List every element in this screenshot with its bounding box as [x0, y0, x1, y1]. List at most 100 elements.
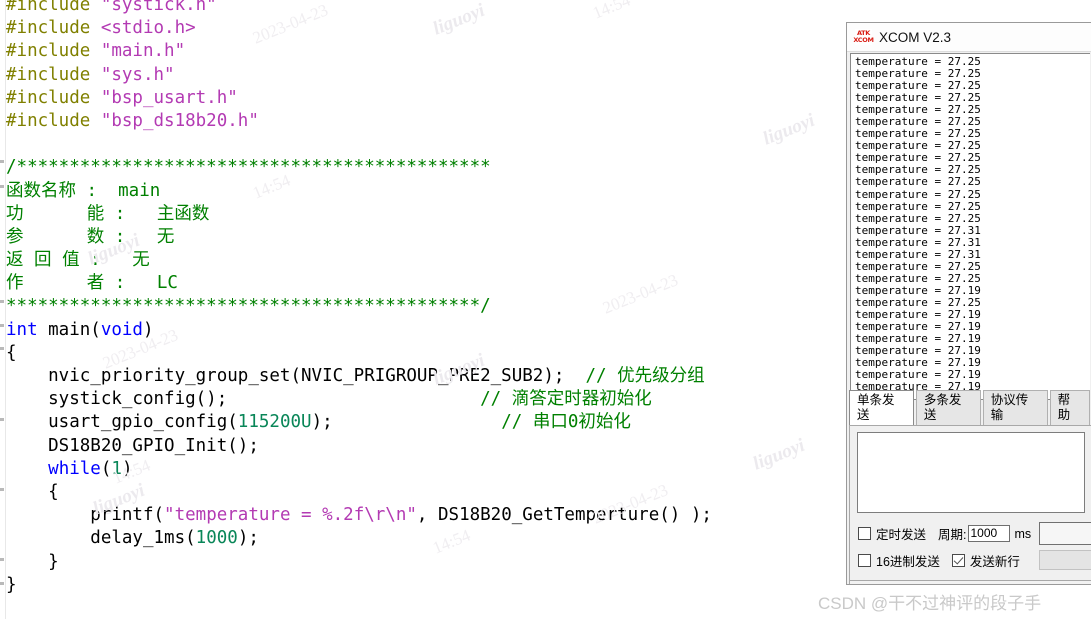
atk-logo-line2: XCOM — [853, 36, 874, 44]
code-token: #include — [6, 41, 101, 62]
code-token: "temperature = %.2f\r\n" — [164, 505, 417, 526]
background-watermark: liguoyi — [750, 434, 808, 475]
code-token: "bsp_usart.h" — [100, 87, 238, 108]
terminal-output-panel[interactable]: temperature = 27.25 temperature = 27.25 … — [850, 53, 1090, 400]
code-token: // 滴答定时器初始化 — [480, 389, 652, 410]
send-newline-label: 发送新行 — [969, 555, 1020, 569]
tab-active[interactable]: 单条发送 — [849, 390, 914, 426]
code-line: ****************************************… — [6, 295, 712, 318]
code-token: 115200U — [237, 412, 312, 433]
code-token: #include — [6, 87, 101, 108]
code-token: #include — [6, 64, 101, 85]
window-title: XCOM V2.3 — [879, 29, 952, 45]
code-line: printf("temperature = %.2f\r\n", DS18B20… — [6, 504, 712, 527]
code-token: // 串口0初始化 — [501, 412, 631, 433]
code-token: int — [6, 319, 38, 340]
code-token: /***************************************… — [6, 157, 491, 178]
send-options-row: 16进制发送 发送新行 — [858, 551, 1032, 570]
code-line: delay_1ms(1000); — [6, 527, 712, 550]
code-token: "sys.h" — [100, 64, 175, 85]
code-token: nvic_priority_group_set(NVIC_PRIGROUP_PR… — [6, 366, 586, 386]
code-token: DS18B20_GPIO_Init(); — [6, 435, 259, 456]
code-line: 参 数 : 无 — [6, 226, 712, 249]
code-token: printf( — [6, 505, 165, 526]
code-token: main( — [37, 319, 101, 340]
code-line: } — [6, 551, 712, 574]
period-input[interactable]: 1000 — [967, 525, 1010, 542]
code-token: // 优先级分组 — [585, 366, 705, 386]
xcom-tab-bar[interactable]: 单条发送 多条发送 协议传输 帮助 — [849, 390, 1091, 426]
timed-send-row: 定时发送 周期: 1000 ms — [858, 524, 1031, 543]
statusbar-divider-2 — [1019, 585, 1020, 586]
code-token: 返 回 值 : 无 — [6, 250, 150, 271]
code-token: "bsp_ds18b20.h" — [100, 110, 259, 131]
code-line: 作 者 : LC — [6, 272, 712, 295]
code-token: { — [6, 342, 17, 363]
code-token: 参 数 : 无 — [6, 226, 175, 247]
code-line: { — [6, 342, 712, 365]
csdn-watermark: CSDN @干不过神评的段子手 — [818, 594, 1042, 613]
code-line: systick_config(); // 滴答定时器初始化 — [6, 388, 712, 411]
code-token: ( — [100, 458, 112, 479]
timed-send-label: 定时发送 — [876, 528, 927, 542]
code-token: 功 能 : 主函数 — [6, 203, 210, 224]
code-line: DS18B20_GPIO_Init(); — [6, 435, 712, 458]
code-token: #include — [6, 0, 101, 15]
clear-button[interactable] — [1039, 550, 1091, 570]
code-token: ****************************************… — [6, 296, 491, 317]
code-token: systick_config(); — [6, 389, 481, 410]
terminal-output-text: temperature = 27.25 temperature = 27.25 … — [855, 55, 981, 399]
period-label: 周期: — [938, 528, 967, 542]
code-token: <stdio.h> — [100, 18, 196, 39]
code-line: #include <stdio.h> — [6, 17, 712, 40]
tab-item[interactable]: 协议传输 — [982, 390, 1048, 426]
code-line: /***************************************… — [6, 156, 712, 179]
code-token: void — [100, 319, 143, 340]
timed-send-checkbox[interactable] — [858, 527, 871, 540]
code-token: #include — [6, 18, 101, 39]
code-token: "systick.h" — [100, 0, 217, 15]
gear-icon[interactable] — [858, 585, 875, 586]
code-line: 函数名称 : main — [6, 180, 712, 203]
code-line: nvic_priority_group_set(NVIC_PRIGROUP_PR… — [6, 365, 712, 388]
code-line: #include "bsp_usart.h" — [6, 87, 712, 110]
code-line: 返 回 值 : 无 — [6, 249, 712, 272]
code-token: 1000 — [195, 528, 238, 549]
code-token: , DS18B20_GetTemperture() ); — [416, 505, 712, 526]
code-line: } — [6, 574, 712, 597]
code-line: #include "main.h" — [6, 40, 712, 63]
tab-item[interactable]: 多条发送 — [915, 390, 981, 426]
code-line: #include "bsp_ds18b20.h" — [6, 110, 712, 133]
tab-item[interactable]: 帮助 — [1049, 390, 1091, 426]
code-token: #include — [6, 110, 101, 131]
statusbar-divider-1 — [898, 585, 899, 586]
xcom-window[interactable]: ATK XCOM XCOM V2.3 temperature = 27.25 t… — [846, 22, 1091, 585]
background-watermark: liguoyi — [760, 109, 818, 150]
send-newline-checkbox[interactable] — [951, 554, 965, 567]
xcom-statusbar: www.openedv.com S:0 — [849, 580, 1091, 586]
code-token: 函数名称 : main — [6, 180, 161, 201]
atk-logo-icon: ATK XCOM — [853, 29, 874, 45]
code-token: 1 — [111, 458, 122, 479]
code-token: 作 者 : LC — [6, 273, 178, 294]
code-line: #include "systick.h" — [6, 0, 712, 17]
source-code[interactable]: #include "systick.h" #include <stdio.h> #i… — [6, 0, 712, 597]
code-token: "main.h" — [100, 41, 186, 62]
code-line: int main(void) — [6, 319, 712, 342]
code-token: usart_gpio_config( — [6, 412, 238, 433]
code-line: { — [6, 481, 712, 504]
xcom-titlebar[interactable]: ATK XCOM XCOM V2.3 — [847, 23, 1091, 52]
code-token: ); — [311, 412, 502, 433]
hex-send-checkbox[interactable] — [858, 554, 871, 567]
send-text-input[interactable] — [857, 432, 1085, 513]
code-token: { — [6, 481, 59, 502]
hex-send-label: 16进制发送 — [876, 555, 940, 569]
code-token: ) — [142, 319, 154, 340]
code-line: 功 能 : 主函数 — [6, 203, 712, 226]
code-token: delay_1ms( — [6, 528, 196, 549]
code-line: usart_gpio_config(115200U); // 串口0初始化 — [6, 411, 712, 434]
send-button[interactable] — [1039, 522, 1091, 545]
code-line: while(1) — [6, 458, 712, 481]
